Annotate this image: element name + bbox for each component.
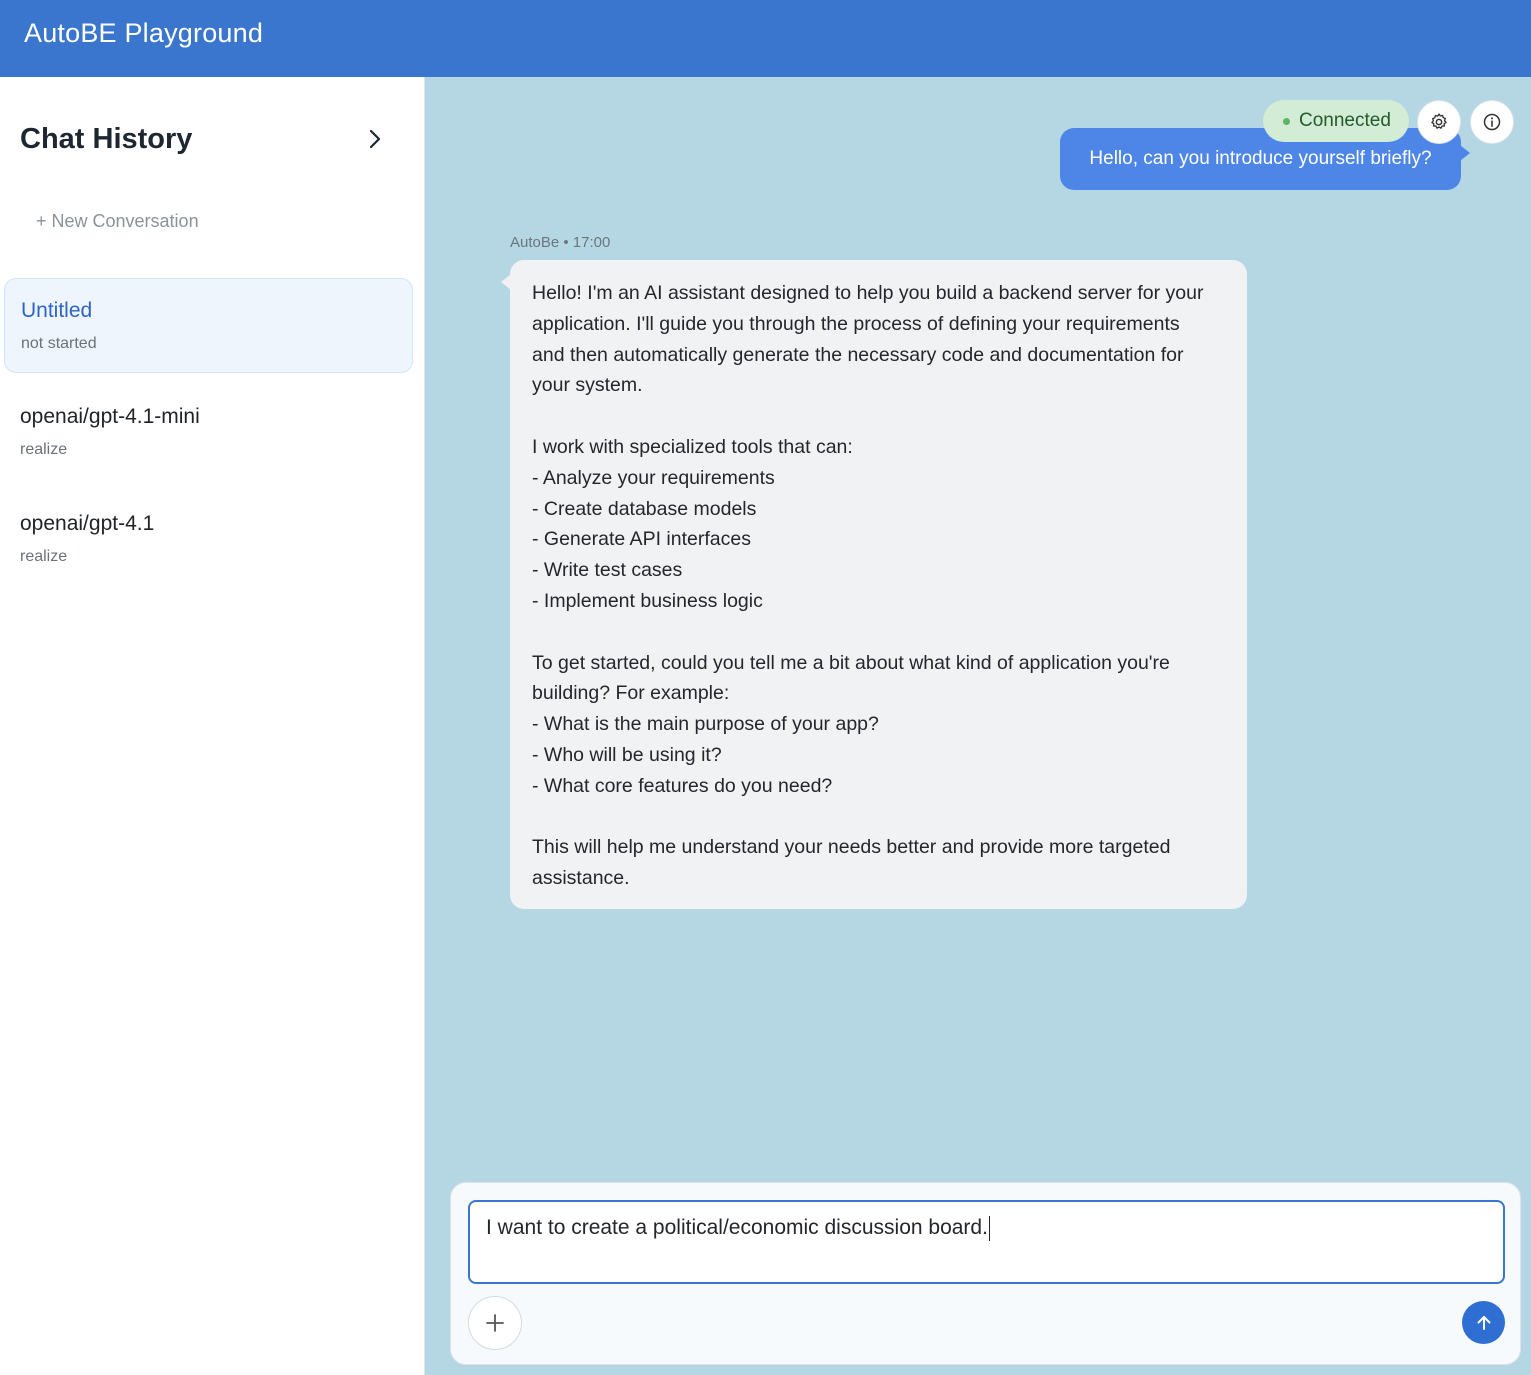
send-button[interactable] (1462, 1301, 1505, 1344)
user-message-text: Hello, can you introduce yourself briefl… (1089, 148, 1432, 169)
chat-area: Hello, can you introduce yourself briefl… (425, 77, 1531, 1375)
conversation-name: openai/gpt-4.1-mini (20, 405, 200, 428)
conversation-item-untitled[interactable]: Untitled not started (4, 278, 413, 373)
info-button[interactable] (1470, 100, 1514, 144)
attach-button[interactable] (468, 1296, 522, 1350)
chevron-right-icon (369, 129, 381, 149)
chat-history-sidebar: Chat History + New Conversation Untitled… (0, 77, 425, 1375)
assistant-message-meta: AutoBe • 17:00 (510, 234, 611, 251)
conversation-name: Untitled (21, 299, 93, 322)
conversation-item-gpt-4-1-mini[interactable]: openai/gpt-4.1-mini realize (4, 385, 413, 480)
info-icon (1483, 113, 1501, 131)
message-input[interactable]: I want to create a political/economic di… (468, 1200, 1505, 1284)
conversation-status: realize (20, 548, 68, 565)
message-input-text: I want to create a political/economic di… (486, 1216, 988, 1240)
arrow-up-icon (1477, 1315, 1490, 1330)
conversation-status: not started (21, 335, 97, 352)
conversation-name: openai/gpt-4.1 (20, 512, 155, 535)
app-title: AutoBE Playground (24, 18, 264, 48)
plus-icon (486, 1314, 504, 1332)
connection-status-text: Connected (1299, 110, 1391, 131)
settings-button[interactable] (1417, 100, 1461, 144)
text-caret (988, 1216, 991, 1241)
message-composer: I want to create a political/economic di… (450, 1182, 1521, 1365)
conversation-item-gpt-4-1[interactable]: openai/gpt-4.1 realize (4, 492, 413, 587)
expand-sidebar-button[interactable] (360, 124, 390, 154)
gear-icon (1431, 113, 1447, 129)
top-bar: AutoBE Playground (0, 0, 1531, 77)
new-conversation-button[interactable]: + New Conversation (36, 211, 199, 232)
status-dot (1283, 117, 1290, 125)
assistant-message-bubble: Hello! I'm an AI assistant designed to h… (501, 260, 1247, 909)
sidebar-header: Chat History (20, 119, 390, 159)
sidebar-title: Chat History (20, 122, 193, 155)
conversation-status: realize (20, 441, 68, 458)
connection-status-badge: Connected (1263, 100, 1409, 142)
